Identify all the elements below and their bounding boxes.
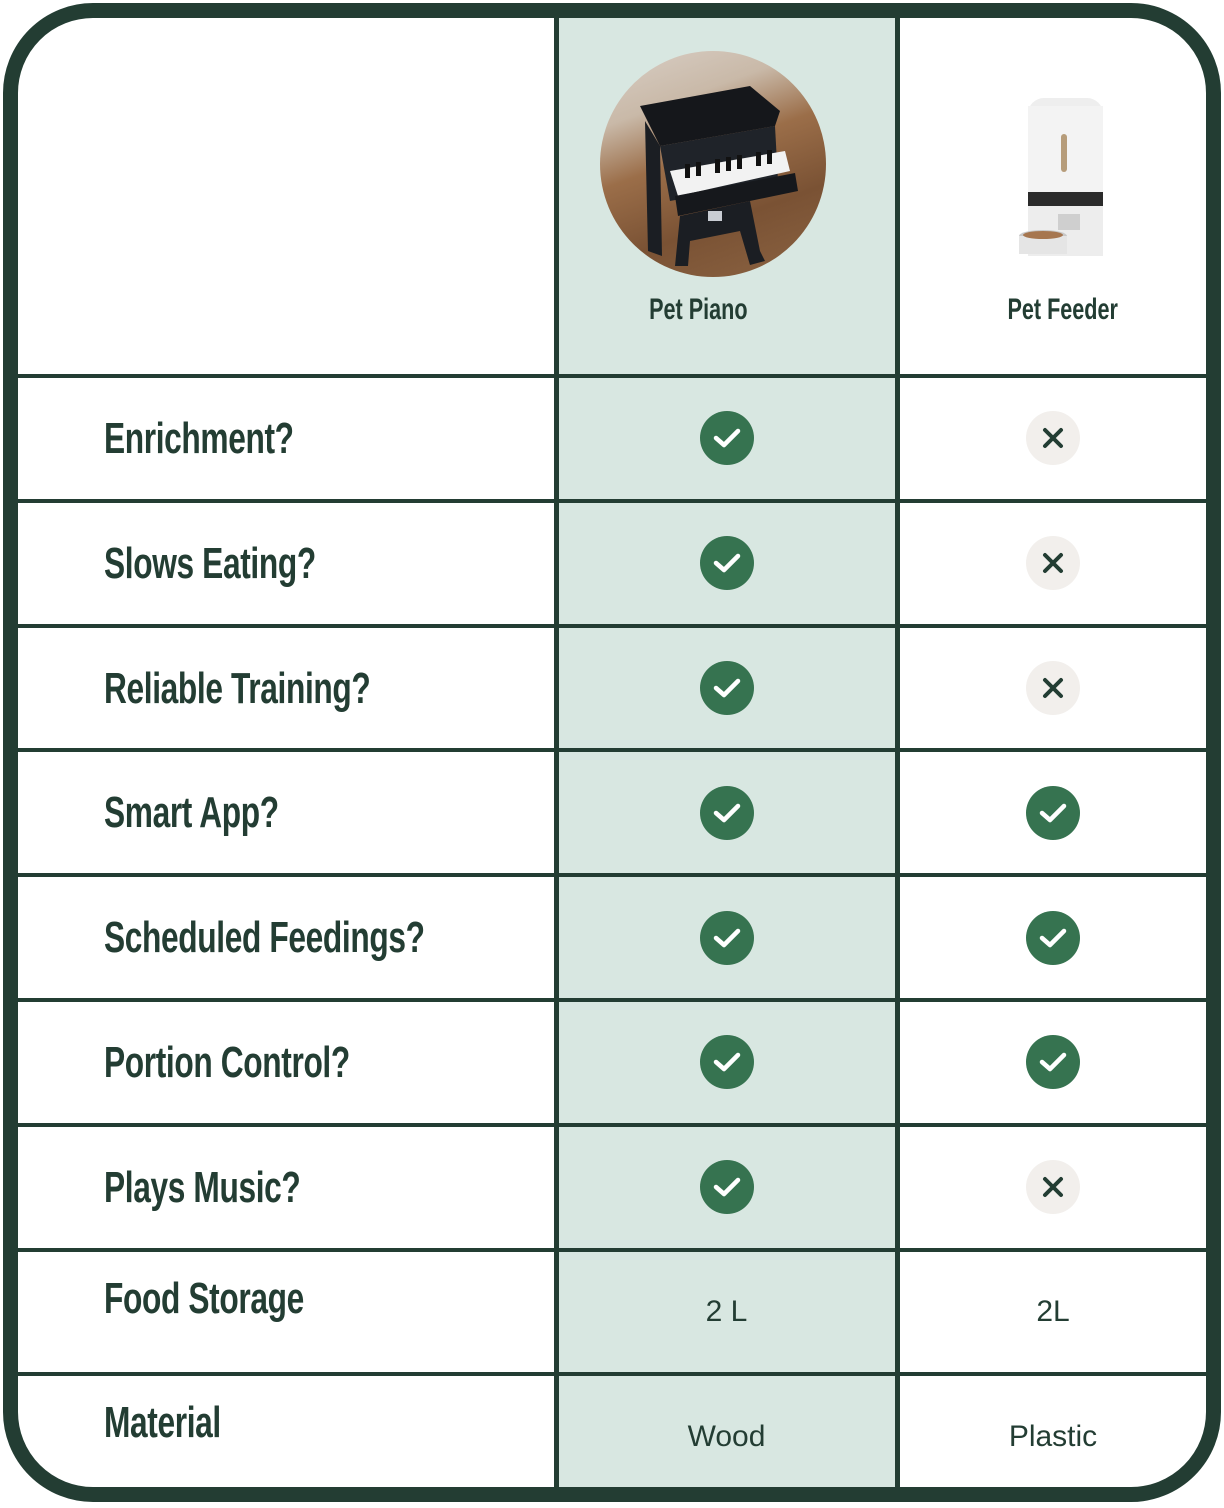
table-row: Food Storage 2 L 2L [18, 1252, 1206, 1373]
table-row: Plays Music? [18, 1127, 1206, 1248]
row-label: Plays Music? [104, 1162, 301, 1212]
pet-piano-cell: 2 L [558, 1252, 895, 1373]
check-icon [699, 910, 754, 965]
pet-feeder-cell: 2L [900, 1252, 1206, 1373]
cross-icon [1026, 536, 1080, 591]
row-label: Enrichment? [104, 414, 294, 463]
cross-icon [1026, 1160, 1080, 1215]
pet-feeder-cell [900, 1127, 1206, 1248]
pet-feeder-cell [900, 1002, 1206, 1123]
pet-feeder-cell [900, 503, 1206, 624]
row-label: Smart App? [104, 788, 279, 838]
check-icon [699, 1035, 754, 1090]
pet-piano-cell [558, 503, 895, 624]
check-icon [699, 785, 754, 840]
pet-feeder-cell [900, 877, 1206, 998]
row-label: Reliable Training? [104, 663, 371, 713]
pet-piano-cell [558, 877, 895, 998]
table-row: Slows Eating? [18, 503, 1206, 624]
cell-value: 2L [1036, 1294, 1070, 1328]
comparison-table: Pet Piano Pet Feeder Enrichment? Slows Ea… [3, 3, 1221, 1502]
row-label: Food Storage [104, 1273, 304, 1323]
pet-piano-image [600, 51, 826, 277]
check-icon [1026, 1035, 1080, 1090]
cross-icon [1026, 660, 1080, 715]
table-row: Reliable Training? [18, 628, 1206, 749]
table-row: Smart App? [18, 752, 1206, 873]
cross-icon [1026, 411, 1080, 466]
check-icon [1026, 910, 1080, 965]
pet-piano-cell [558, 628, 895, 749]
cell-value: 2 L [705, 1294, 748, 1328]
row-label: Portion Control? [104, 1038, 350, 1087]
pet-feeder-cell [900, 378, 1206, 499]
pet-piano-cell [558, 1002, 895, 1123]
pet-feeder-cell [900, 628, 1206, 749]
pet-feeder-cell [900, 752, 1206, 873]
table-row: Portion Control? [18, 1002, 1206, 1123]
check-icon [699, 660, 754, 715]
product-name: Pet Piano [649, 293, 748, 326]
check-icon [1026, 785, 1080, 840]
row-label: Material [104, 1398, 221, 1448]
pet-piano-cell [558, 378, 895, 499]
pet-piano-cell: Wood [558, 1376, 895, 1487]
row-label: Slows Eating? [104, 538, 316, 588]
check-icon [699, 411, 754, 466]
product-name: Pet Feeder [1007, 293, 1118, 326]
pet-feeder-cell: Plastic [900, 1376, 1206, 1487]
check-icon [699, 1160, 754, 1215]
pet-piano-cell [558, 1127, 895, 1248]
pet-piano-cell [558, 752, 895, 873]
table-row: Scheduled Feedings? [18, 877, 1206, 998]
check-icon [699, 536, 754, 591]
table-row: Material Wood Plastic [18, 1376, 1206, 1487]
cell-value: Plastic [1008, 1419, 1098, 1453]
pet-feeder-image [998, 96, 1118, 266]
table-row: Enrichment? [18, 378, 1206, 499]
cell-value: Wood [687, 1419, 766, 1453]
row-label: Scheduled Feedings? [104, 913, 425, 963]
